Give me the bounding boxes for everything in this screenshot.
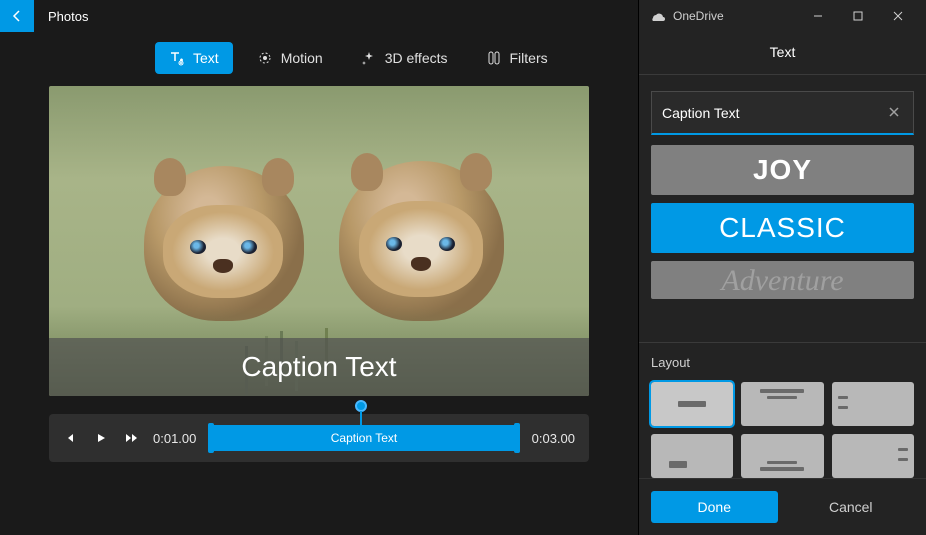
back-button[interactable] (0, 0, 34, 32)
style-classic[interactable]: CLASSIC (651, 203, 914, 253)
style-adventure[interactable]: Adventure (651, 261, 914, 299)
text-style-list: JOY CLASSIC Adventure (651, 145, 914, 299)
layout-left-vertical[interactable] (832, 382, 914, 426)
sidebar-footer: Done Cancel (639, 478, 926, 535)
layout-bottom-left[interactable] (651, 434, 733, 478)
layout-center-middle[interactable] (651, 382, 733, 426)
text-icon (169, 50, 185, 66)
tool-3d-effects[interactable]: 3D effects (347, 42, 462, 74)
timeline-clip[interactable]: Caption Text (210, 425, 517, 451)
layout-top[interactable] (741, 382, 823, 426)
minimize-button[interactable] (800, 2, 836, 30)
toolbar: Text Motion 3D effects Filters (0, 32, 638, 86)
arrow-left-icon (9, 8, 25, 24)
play-button[interactable] (93, 430, 109, 446)
sidebar: OneDrive Text JOY CLASSIC Adventure (638, 0, 926, 535)
done-button[interactable]: Done (651, 491, 778, 523)
cancel-button[interactable]: Cancel (788, 491, 915, 523)
layout-label: Layout (651, 355, 914, 370)
onedrive-label: OneDrive (673, 9, 724, 23)
timeline-clip-label: Caption Text (331, 431, 398, 445)
maximize-button[interactable] (840, 2, 876, 30)
preview-canvas[interactable]: Caption Text (49, 86, 589, 396)
tool-filters-label: Filters (510, 50, 548, 66)
app-title: Photos (48, 9, 88, 24)
window-controls-bar: OneDrive (639, 0, 926, 32)
caption-input[interactable] (651, 91, 914, 135)
motion-icon (257, 50, 273, 66)
layout-section: Layout (639, 342, 926, 478)
prev-frame-button[interactable] (63, 430, 79, 446)
tool-motion[interactable]: Motion (243, 42, 337, 74)
timeline-end-time: 0:03.00 (532, 431, 575, 446)
caption-preview-text: Caption Text (241, 351, 396, 383)
sparkle-icon (361, 50, 377, 66)
tool-3d-label: 3D effects (385, 50, 448, 66)
sidebar-title: Text (639, 32, 926, 75)
onedrive-icon (649, 10, 665, 22)
timeline: 0:01.00 Caption Text 0:03.00 (49, 414, 589, 462)
tool-filters[interactable]: Filters (472, 42, 562, 74)
close-button[interactable] (880, 2, 916, 30)
close-icon (888, 106, 900, 118)
tool-text[interactable]: Text (155, 42, 233, 74)
style-joy[interactable]: JOY (651, 145, 914, 195)
clear-input-button[interactable] (888, 105, 904, 121)
tool-motion-label: Motion (281, 50, 323, 66)
filters-icon (486, 50, 502, 66)
layout-right-vertical[interactable] (832, 434, 914, 478)
caption-overlay: Caption Text (49, 338, 589, 396)
next-frame-button[interactable] (123, 430, 139, 446)
app-header: Photos (0, 0, 638, 32)
timeline-start-time: 0:01.00 (153, 431, 196, 446)
tool-text-label: Text (193, 50, 219, 66)
layout-bottom[interactable] (741, 434, 823, 478)
